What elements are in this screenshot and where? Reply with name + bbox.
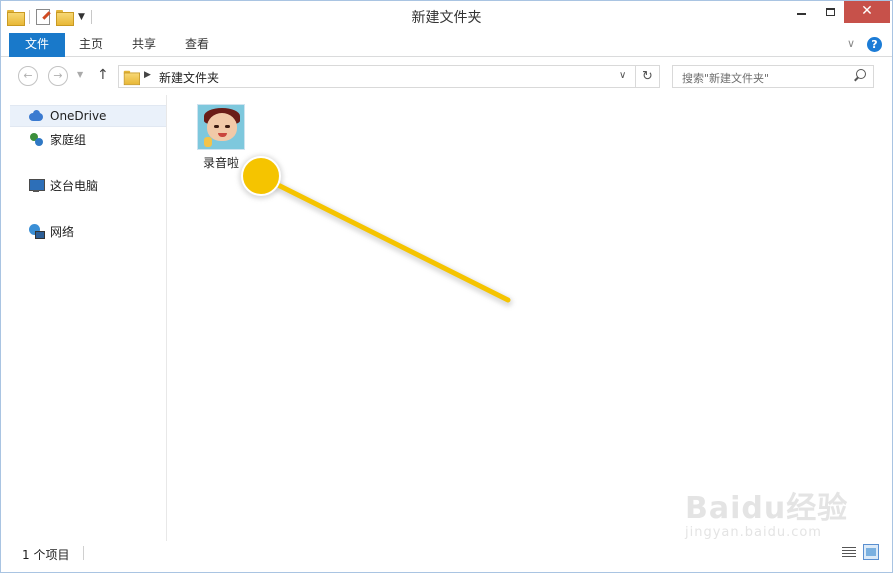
expand-ribbon-chevron-icon[interactable]: ∨ — [847, 37, 855, 50]
status-bar: 1 个项目 — [1, 541, 892, 572]
title-bar: ▼ 新建文件夹 ✕ — [1, 1, 892, 32]
breadcrumb-current[interactable]: 新建文件夹 — [159, 69, 219, 86]
address-bar[interactable]: ▶ 新建文件夹 ∨ — [118, 65, 636, 88]
eye-shape — [225, 125, 230, 128]
watermark-sub: jingyan.baidu.com — [685, 525, 822, 540]
search-placeholder: 搜索"新建文件夹" — [682, 72, 770, 85]
sidebar-item-label: 这台电脑 — [50, 178, 99, 193]
network-icon — [28, 223, 45, 239]
sidebar-item-label: 网络 — [50, 224, 75, 239]
details-view-icon[interactable] — [841, 546, 857, 560]
list-item[interactable]: 录音啦 — [195, 104, 247, 171]
sidebar-item-label: OneDrive — [50, 109, 107, 123]
refresh-button[interactable]: ↻ — [636, 65, 660, 88]
recent-locations-chevron-icon[interactable]: ▼ — [77, 70, 83, 79]
tab-share[interactable]: 共享 — [132, 33, 156, 57]
help-icon[interactable]: ? — [867, 37, 882, 52]
navigation-bar: ← → ▼ ↑ ▶ 新建文件夹 ∨ ↻ 搜索"新建文件夹" — [1, 58, 892, 94]
forward-button[interactable]: → — [48, 66, 68, 86]
sidebar-item-network[interactable]: 网络 — [10, 220, 166, 242]
file-name[interactable]: 录音啦 — [195, 154, 247, 171]
close-icon: ✕ — [861, 3, 873, 19]
address-dropdown-chevron-icon[interactable]: ∨ — [619, 70, 626, 81]
breadcrumb-chevron-icon[interactable]: ▶ — [144, 70, 151, 80]
watermark: Baidu经验 jingyan.baidu.com — [685, 483, 848, 540]
sidebar-item-homegroup[interactable]: 家庭组 — [10, 128, 166, 150]
ribbon: 文件 主页 共享 查看 ∨ ? — [1, 32, 892, 57]
sidebar-item-this-pc[interactable]: 这台电脑 — [10, 174, 166, 196]
homegroup-icon — [28, 131, 44, 147]
close-button[interactable]: ✕ — [844, 1, 890, 23]
watermark-main: Baidu经验 — [685, 491, 849, 526]
address-folder-icon — [123, 70, 140, 86]
maximize-button[interactable] — [816, 1, 844, 23]
status-divider — [83, 546, 84, 560]
window-title: 新建文件夹 — [411, 10, 482, 26]
sidebar-item-onedrive[interactable]: OneDrive — [10, 105, 166, 127]
item-count: 1 个项目 — [22, 548, 70, 562]
search-box[interactable]: 搜索"新建文件夹" — [672, 65, 874, 88]
minimize-button[interactable] — [786, 1, 816, 23]
this-pc-icon — [28, 177, 45, 193]
maximize-icon — [825, 7, 835, 16]
navigation-pane: OneDrive 家庭组 这台电脑 网络 — [1, 95, 167, 541]
file-list[interactable]: 录音啦 — [168, 95, 892, 541]
tab-home[interactable]: 主页 — [79, 33, 103, 57]
eye-shape — [214, 125, 219, 128]
back-button[interactable]: ← — [18, 66, 38, 86]
tab-view[interactable]: 查看 — [185, 33, 209, 57]
large-icons-view-icon[interactable] — [863, 544, 879, 560]
up-button[interactable]: ↑ — [97, 67, 109, 83]
onedrive-icon — [28, 108, 44, 124]
app-cartoon-icon — [197, 104, 245, 150]
minimize-icon — [796, 12, 806, 15]
search-icon[interactable] — [853, 69, 866, 83]
tab-file[interactable]: 文件 — [9, 33, 65, 57]
microphone-shape — [204, 137, 212, 147]
sidebar-item-label: 家庭组 — [50, 132, 87, 147]
